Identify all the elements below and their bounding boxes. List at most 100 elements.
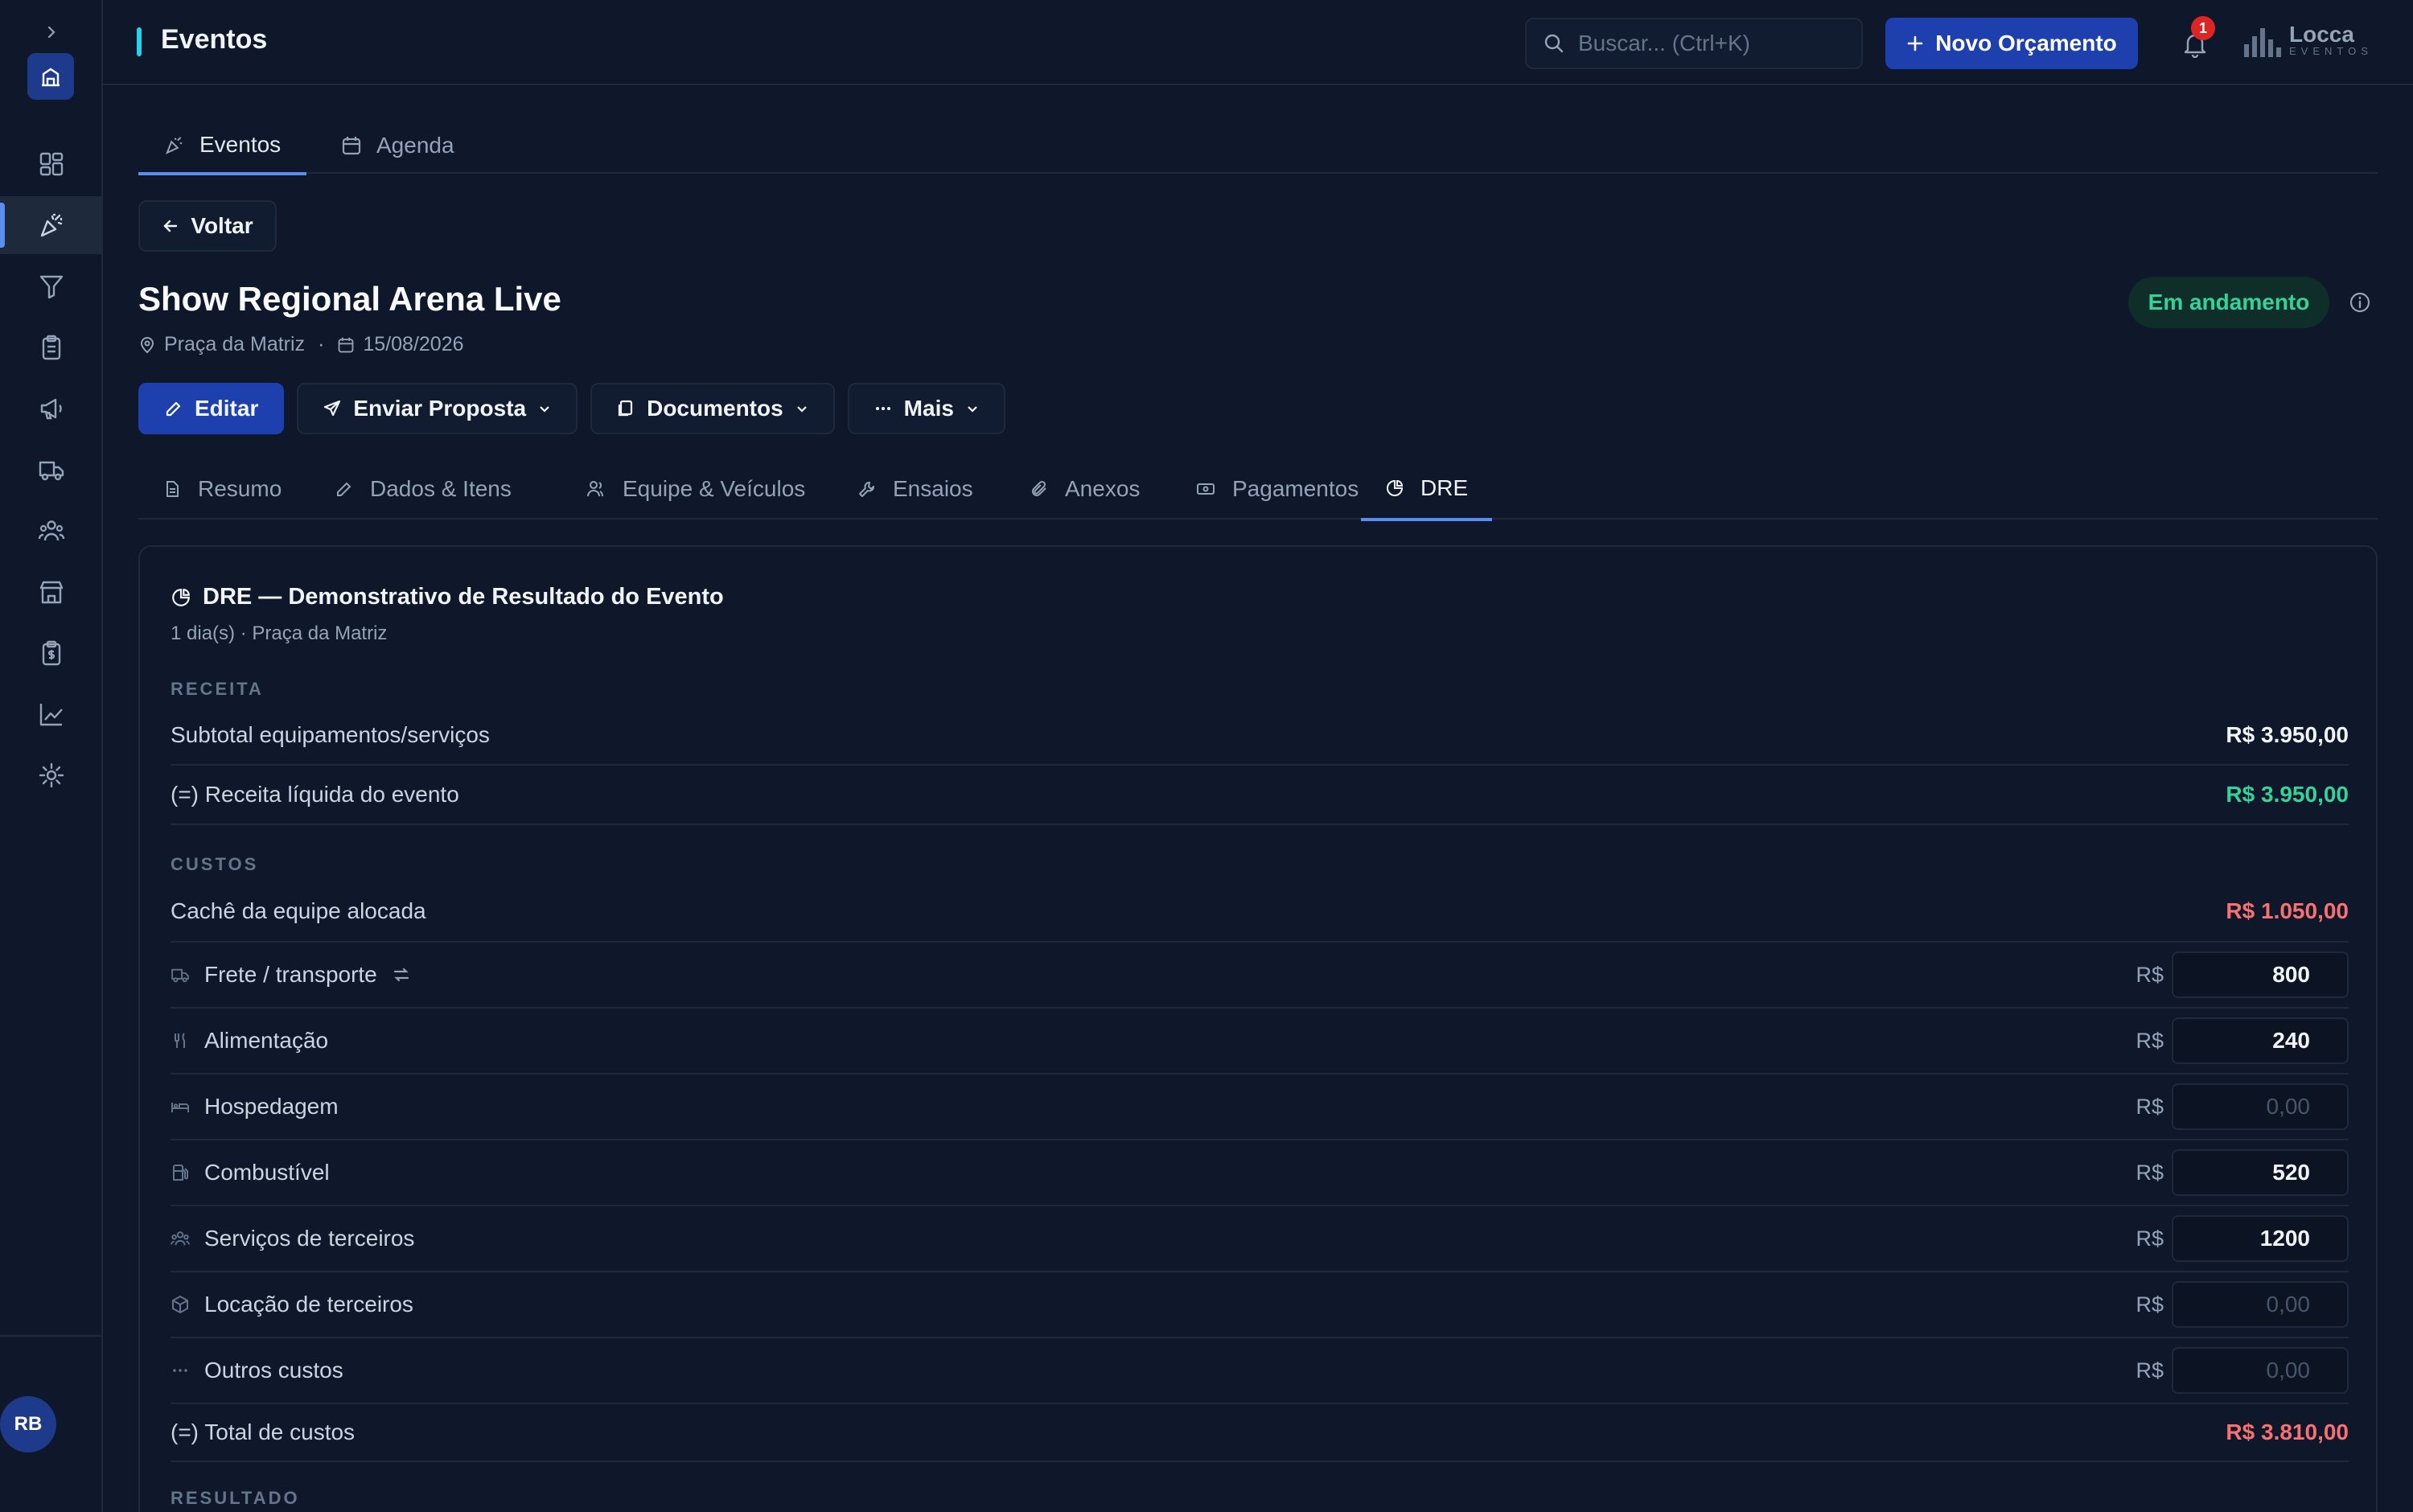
hospedagem-input[interactable]: 0,00	[2172, 1083, 2349, 1130]
tab-label: Equipe & Veículos	[623, 476, 806, 501]
title-accent	[137, 27, 142, 56]
tab-label: Anexos	[1065, 476, 1141, 501]
sidebar-item-orcamentos[interactable]	[0, 318, 103, 376]
currency-label: R$	[2136, 962, 2164, 987]
currency-label: R$	[2136, 1226, 2164, 1251]
pie-chart-icon	[1387, 479, 1404, 496]
tab-anexos[interactable]: Anexos	[1005, 458, 1164, 520]
tab-pagamentos[interactable]: Pagamentos	[1171, 458, 1383, 520]
search-icon	[1544, 34, 1564, 53]
chevron-down-icon	[796, 406, 807, 413]
notification-badge: 1	[2191, 16, 2215, 40]
tab-resumo[interactable]: Resumo	[138, 458, 306, 520]
sidebar-item-logistica[interactable]	[0, 441, 103, 499]
row-label: Serviços de terceiros	[204, 1226, 415, 1251]
more-label: Mais	[903, 396, 954, 421]
total-costs-row: (=) Total de custos R$ 3.810,00	[171, 1404, 2349, 1462]
swap-icon[interactable]	[392, 965, 411, 984]
row-label: Alimentação	[204, 1028, 329, 1053]
edit-icon	[337, 482, 351, 496]
result-section-label: RESULTADO	[171, 1488, 300, 1508]
section-tabs: Resumo Dados & Itens Equipe & Veículos E…	[138, 458, 2378, 521]
row-value: R$ 3.950,00	[2226, 782, 2349, 807]
crew-cost-row: Cachê da equipe alocada R$ 1.050,00	[171, 881, 2349, 943]
edit-icon	[166, 401, 181, 417]
pie-chart-icon	[172, 588, 190, 606]
cost-row-servicos-terceiros: Serviços de terceiros R$ 1200	[171, 1206, 2349, 1272]
send-proposal-button[interactable]: Enviar Proposta	[297, 383, 578, 434]
documents-button[interactable]: Documentos	[590, 383, 835, 434]
filter-icon	[39, 275, 64, 299]
event-title: Show Regional Arena Live	[138, 280, 561, 318]
plus-icon	[1907, 35, 1923, 51]
edit-button[interactable]: Editar	[138, 383, 285, 434]
tab-equipe-veiculos[interactable]: Equipe & Veículos	[561, 458, 829, 520]
frete-input[interactable]: 800	[2172, 951, 2349, 998]
sidebar-item-dashboard[interactable]	[0, 135, 103, 193]
tab-label: Resumo	[198, 476, 282, 501]
store-icon	[39, 581, 64, 604]
chevron-down-icon	[540, 406, 549, 413]
sidebar-item-relatorios[interactable]	[0, 685, 103, 743]
tab-label: Eventos	[199, 132, 282, 157]
locacao-terceiros-input[interactable]: 0,00	[2172, 1281, 2349, 1328]
info-icon[interactable]	[2345, 288, 2374, 317]
sidebar-item-marketing[interactable]	[0, 380, 103, 438]
row-label: Locação de terceiros	[204, 1292, 413, 1317]
avatar[interactable]: RB	[0, 1396, 56, 1452]
alimentacao-input[interactable]: 240	[2172, 1017, 2349, 1064]
cost-row-locacao-terceiros: Locação de terceiros R$ 0,00	[171, 1272, 2349, 1338]
sidebar-item-financeiro[interactable]	[0, 624, 103, 682]
chevron-down-icon	[968, 406, 977, 413]
sidebar-item-eventos[interactable]	[0, 196, 103, 254]
tab-label: Dados & Itens	[370, 476, 512, 501]
row-label: Hospedagem	[204, 1094, 339, 1119]
sidebar: RB	[0, 0, 103, 1512]
calendar-icon	[338, 337, 354, 352]
action-bar: Editar Enviar Proposta Documentos Mais	[138, 383, 1005, 434]
dre-card: DRE — Demonstrativo de Resultado do Even…	[138, 545, 2378, 1512]
sidebar-item-equipe[interactable]	[0, 502, 103, 560]
sidebar-item-configuracoes[interactable]	[0, 746, 103, 804]
app-logo-icon[interactable]	[27, 53, 74, 100]
sidebar-item-funil[interactable]	[0, 257, 103, 315]
tab-dre[interactable]: DRE	[1361, 458, 1493, 521]
sidebar-item-fornecedores[interactable]	[0, 563, 103, 621]
utensils-icon	[175, 1033, 185, 1048]
tab-dados-itens[interactable]: Dados & Itens	[310, 458, 536, 520]
event-meta: Praça da Matriz · 15/08/2026	[138, 333, 464, 356]
documents-icon	[618, 400, 633, 417]
party-popper-icon	[40, 213, 63, 237]
row-label: Frete / transporte	[204, 962, 377, 987]
tab-label: Pagamentos	[1232, 476, 1359, 501]
meta-separator: ·	[318, 333, 325, 355]
more-button[interactable]: Mais	[847, 383, 1005, 434]
new-budget-button[interactable]: Novo Orçamento	[1885, 18, 2138, 69]
dre-title-text: DRE — Demonstrativo de Resultado do Even…	[203, 584, 724, 610]
combustivel-input[interactable]: 520	[2172, 1149, 2349, 1196]
outros-custos-input[interactable]: 0,00	[2172, 1347, 2349, 1394]
chart-line-icon	[39, 704, 63, 726]
calendar-icon	[342, 137, 361, 155]
users-icon	[171, 1231, 190, 1246]
servicos-terceiros-input[interactable]: 1200	[2172, 1215, 2349, 1262]
tab-ensaios[interactable]: Ensaios	[833, 458, 997, 520]
tab-label: Ensaios	[893, 476, 973, 501]
users-icon	[587, 481, 603, 497]
users-icon	[38, 520, 65, 541]
cost-row-alimentacao: Alimentação R$ 240	[171, 1009, 2349, 1074]
clipboard-icon	[42, 335, 61, 360]
documents-label: Documentos	[647, 396, 783, 421]
event-date: 15/08/2026	[363, 333, 464, 355]
row-label: Combustível	[204, 1160, 330, 1185]
back-button[interactable]: Voltar	[138, 200, 277, 252]
tab-agenda[interactable]: Agenda	[315, 117, 480, 174]
search-input[interactable]: Buscar... (Ctrl+K)	[1525, 18, 1863, 69]
tab-eventos[interactable]: Eventos	[138, 117, 307, 175]
currency-label: R$	[2136, 1358, 2164, 1383]
search-placeholder: Buscar... (Ctrl+K)	[1578, 31, 1750, 55]
topbar: Eventos Buscar... (Ctrl+K) Novo Orçament…	[103, 0, 2413, 85]
chevron-right-icon[interactable]	[39, 19, 64, 45]
row-value: R$ 1.050,00	[2226, 898, 2349, 923]
edit-label: Editar	[195, 396, 259, 421]
